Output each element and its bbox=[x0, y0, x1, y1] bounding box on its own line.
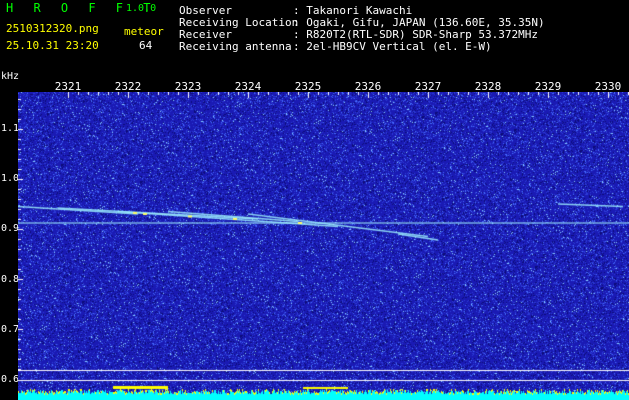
time-tick-label: 2324 bbox=[234, 80, 262, 93]
time-tick-label: 2329 bbox=[534, 80, 562, 93]
time-tick-label: 2321 bbox=[54, 80, 82, 93]
time-tick-label: 2328 bbox=[474, 80, 502, 93]
spectrogram-canvas bbox=[18, 92, 629, 400]
time-tick-label: 2323 bbox=[174, 80, 202, 93]
freq-tick-label: 1.1 bbox=[1, 123, 20, 134]
time-tick-label: 2327 bbox=[414, 80, 442, 93]
time-tick-label: 2330 bbox=[594, 80, 622, 93]
freq-tick-label: 0.9 bbox=[1, 223, 20, 234]
time-tick-label: 2326 bbox=[354, 80, 382, 93]
time-tick-label: 2325 bbox=[294, 80, 322, 93]
freq-tick-label: 0.7 bbox=[1, 324, 20, 335]
unit-label: kHz bbox=[1, 71, 20, 82]
freq-tick-label: 1.0 bbox=[1, 173, 20, 184]
freq-tick-label: 0.6 bbox=[1, 374, 20, 385]
spectrogram-panel: kHz 2321 2322 2323 2324 2325 2326 2327 2… bbox=[0, 0, 629, 400]
freq-tick-label: 0.8 bbox=[1, 274, 20, 285]
time-tick-label: 2322 bbox=[114, 80, 142, 93]
